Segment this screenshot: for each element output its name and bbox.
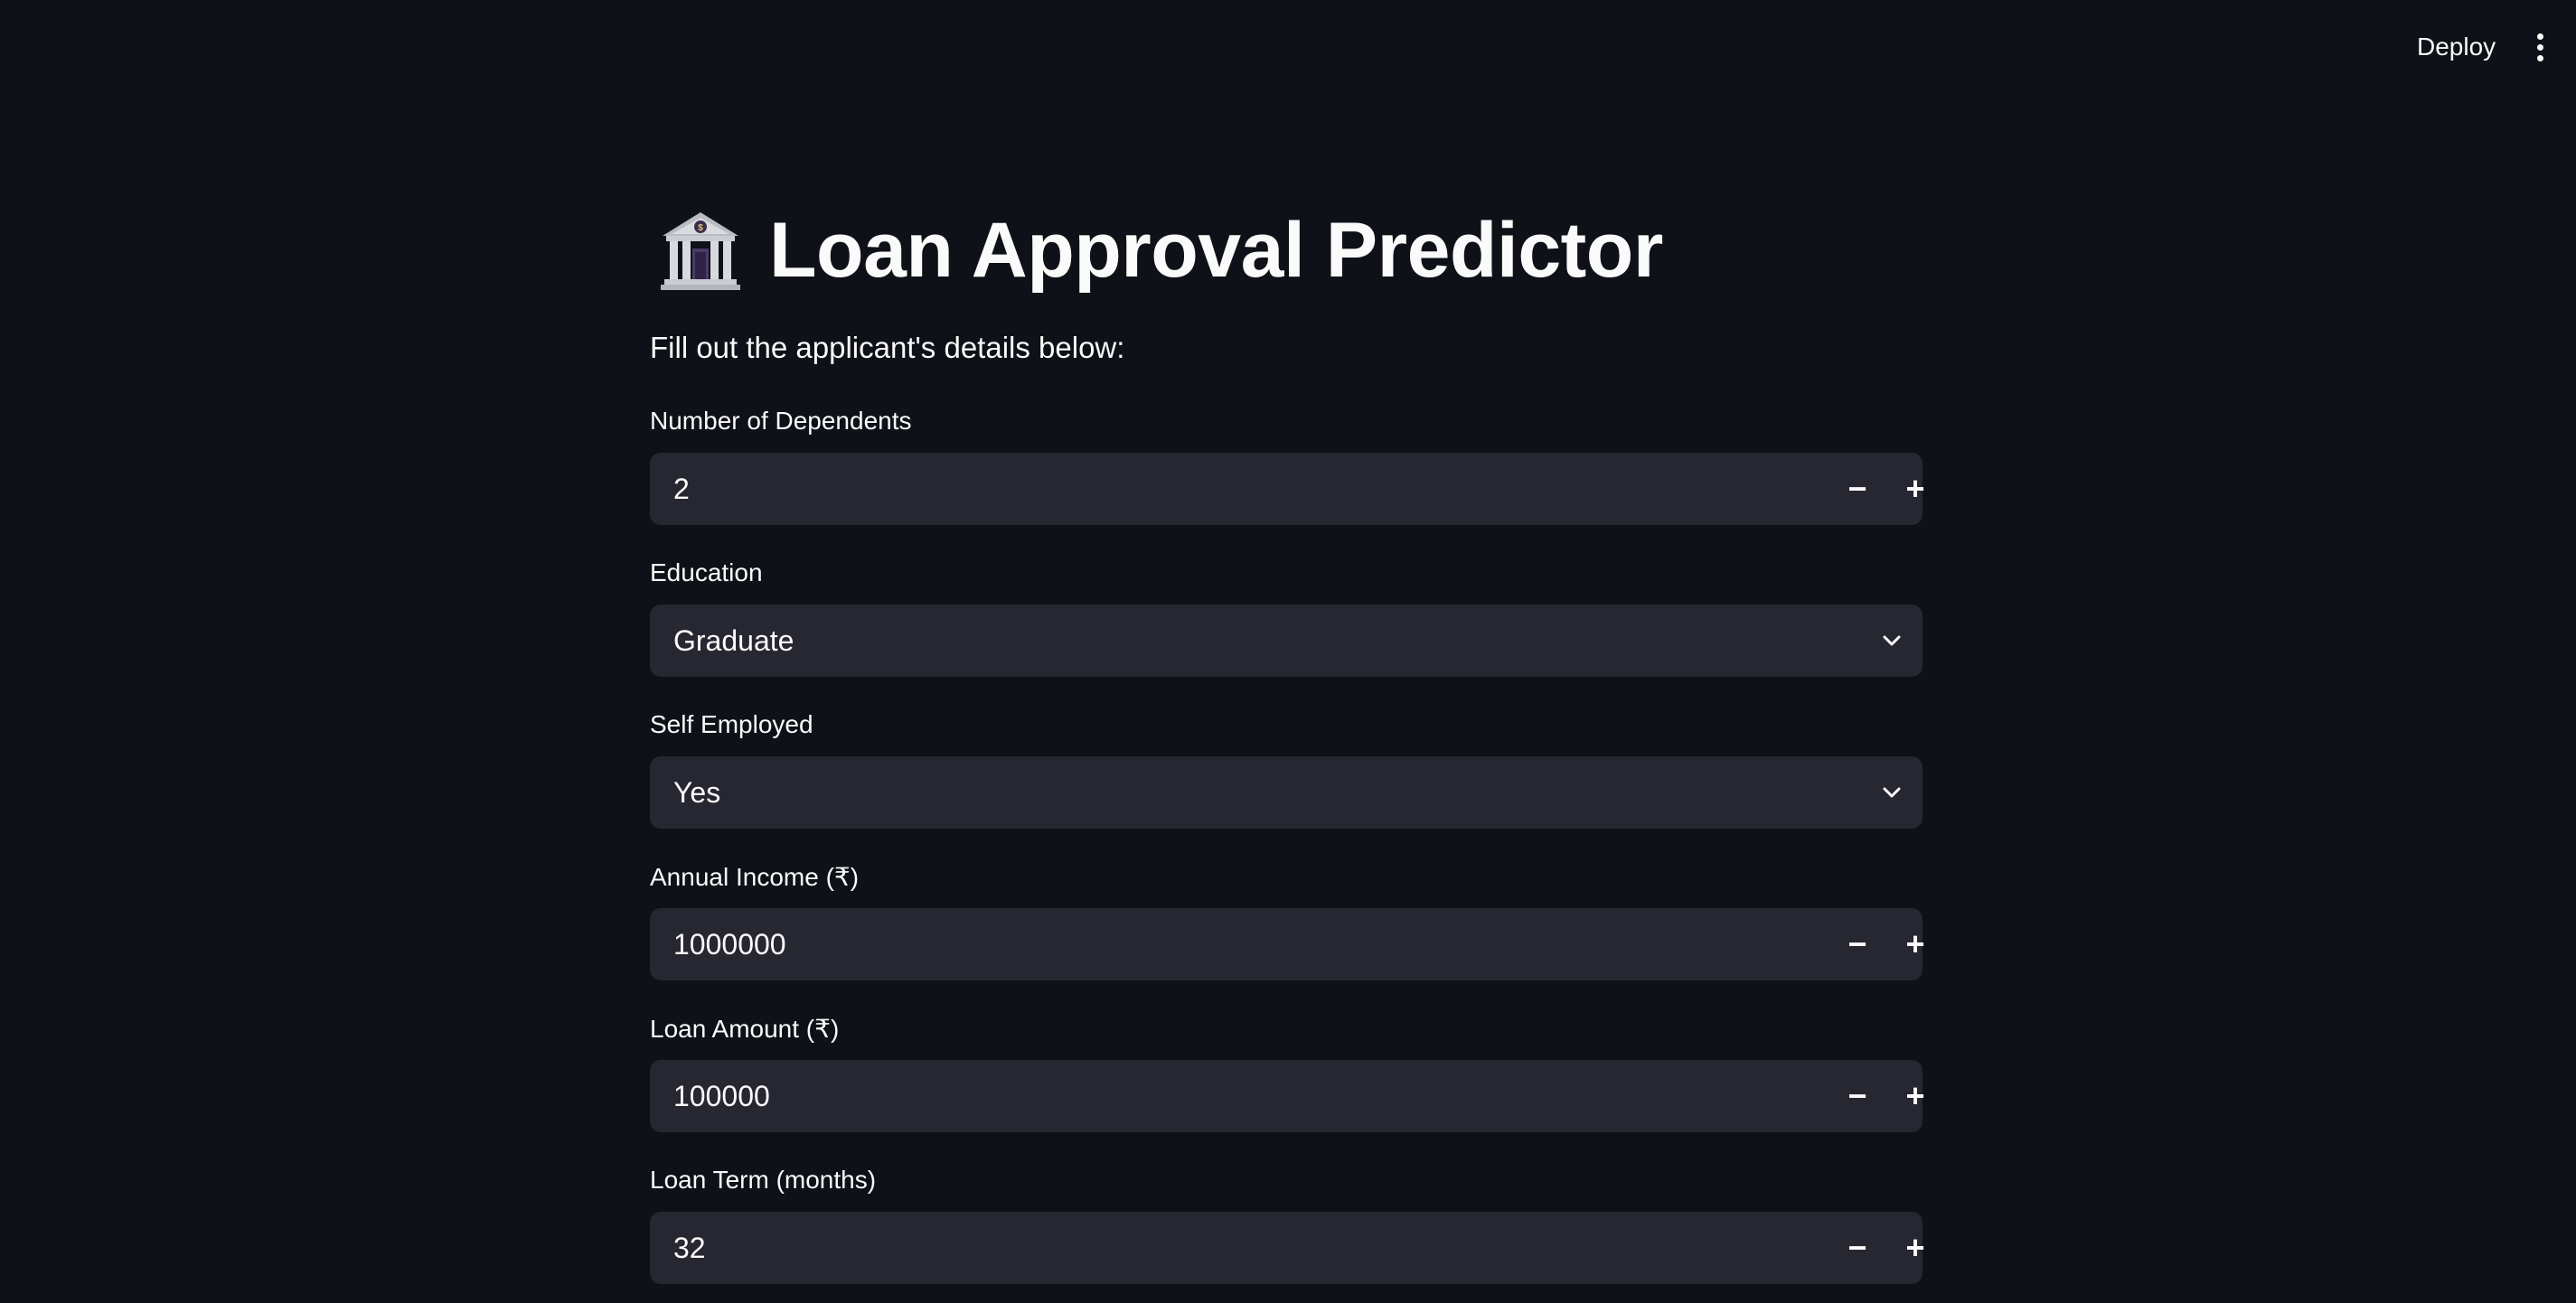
education-selected-value: Graduate [673, 623, 794, 657]
education-select[interactable]: Graduate [650, 605, 1923, 677]
main-menu-button[interactable] [2520, 25, 2560, 69]
page-title-row: $ Loan Approval Predictor [659, 201, 1663, 300]
vertical-ellipsis-icon-dot [2536, 43, 2543, 51]
annual-income-value[interactable]: 1000000 [673, 928, 786, 961]
dependents-label: Number of Dependents [650, 407, 912, 435]
page-title: Loan Approval Predictor [769, 206, 1663, 294]
deploy-button[interactable]: Deploy [2401, 22, 2512, 72]
chevron-down-icon[interactable] [1874, 774, 1910, 811]
loan-amount-decrement-button[interactable]: − [1832, 1071, 1883, 1121]
chevron-down-icon[interactable] [1874, 623, 1910, 659]
loan-amount-label: Loan Amount (₹) [650, 1015, 840, 1043]
dependents-increment-button[interactable]: + [1890, 464, 1941, 514]
app-page: Deploy $ Loan Approval Predictor Fill ou… [0, 0, 2576, 1303]
dependents-value[interactable]: 2 [673, 473, 690, 506]
annual-income-increment-button[interactable]: + [1890, 919, 1941, 970]
svg-text:$: $ [698, 223, 703, 233]
dependents-number-input[interactable]: 2 − + [650, 453, 1925, 525]
loan-term-value[interactable]: 32 [673, 1232, 706, 1265]
self-employed-selected-value: Yes [673, 775, 721, 809]
loan-term-number-input[interactable]: 32 − + [650, 1212, 1925, 1284]
loan-term-label: Loan Term (months) [650, 1166, 877, 1194]
loan-term-increment-button[interactable]: + [1890, 1223, 1941, 1273]
vertical-ellipsis-icon [2536, 33, 2543, 40]
loan-term-decrement-button[interactable]: − [1832, 1223, 1883, 1273]
self-employed-label: Self Employed [650, 710, 813, 738]
vertical-ellipsis-icon-dot [2536, 54, 2543, 61]
annual-income-decrement-button[interactable]: − [1832, 919, 1883, 970]
loan-amount-value[interactable]: 100000 [673, 1080, 770, 1113]
education-label: Education [650, 558, 763, 586]
dependents-decrement-button[interactable]: − [1832, 464, 1883, 514]
bank-building-icon: $ [661, 212, 740, 290]
loan-amount-increment-button[interactable]: + [1890, 1071, 1941, 1121]
page-subtitle: Fill out the applicant's details below: [650, 331, 1125, 364]
annual-income-number-input[interactable]: 1000000 − + [650, 908, 1925, 980]
annual-income-label: Annual Income (₹) [650, 863, 860, 891]
loan-amount-number-input[interactable]: 100000 − + [650, 1060, 1925, 1132]
app-header: Deploy [0, 0, 2576, 94]
self-employed-select[interactable]: Yes [650, 756, 1923, 829]
